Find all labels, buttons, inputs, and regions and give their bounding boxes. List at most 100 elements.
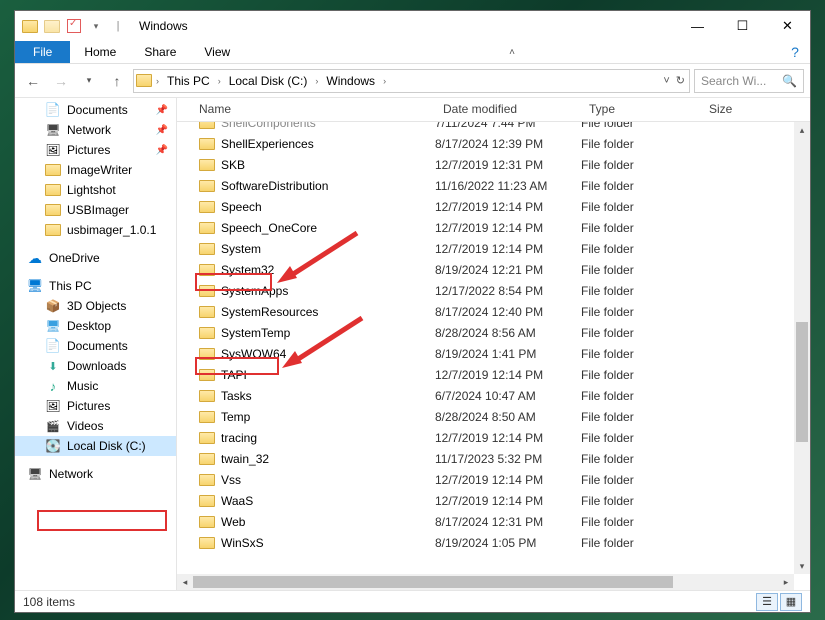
folder-icon: [199, 348, 215, 360]
tree-item[interactable]: Pictures: [15, 396, 176, 416]
search-input[interactable]: Search Wi... 🔍: [694, 69, 804, 93]
view-details-button[interactable]: ☰: [756, 593, 778, 611]
breadcrumb-windows[interactable]: Windows: [320, 70, 381, 92]
ribbon-tab-share[interactable]: Share: [130, 41, 190, 63]
music-icon: [45, 378, 61, 394]
table-row[interactable]: WinSxS8/19/2024 1:05 PMFile folder: [177, 532, 794, 553]
tree-item[interactable]: Lightshot: [15, 180, 176, 200]
ribbon-tab-view[interactable]: View: [190, 41, 244, 63]
tree-item[interactable]: Network: [15, 464, 176, 484]
scroll-left-arrow[interactable]: ◂: [177, 574, 193, 590]
table-row[interactable]: SystemResources8/17/2024 12:40 PMFile fo…: [177, 301, 794, 322]
refresh-button[interactable]: ↻: [676, 74, 685, 87]
breadcrumb-disk[interactable]: Local Disk (C:): [223, 70, 314, 92]
table-row[interactable]: ShellComponents7/11/2024 7:44 PMFile fol…: [177, 122, 794, 133]
col-size[interactable]: Size: [701, 98, 810, 121]
file-type: File folder: [581, 536, 701, 550]
titlebar[interactable]: ▾ | Windows — ☐ ✕: [15, 11, 810, 41]
help-icon[interactable]: ?: [786, 41, 810, 63]
table-row[interactable]: ShellExperiences8/17/2024 12:39 PMFile f…: [177, 133, 794, 154]
scroll-right-arrow[interactable]: ▸: [778, 574, 794, 590]
col-date[interactable]: Date modified: [435, 98, 581, 121]
file-tab[interactable]: File: [15, 41, 70, 63]
tree-item[interactable]: Downloads: [15, 356, 176, 376]
tree-item[interactable]: Network📌: [15, 120, 176, 140]
breadcrumb-sep[interactable]: ›: [381, 76, 388, 86]
tree-label: Network: [49, 467, 93, 481]
vertical-scrollbar[interactable]: ▴ ▾: [794, 122, 810, 574]
breadcrumb-thispc[interactable]: This PC: [161, 70, 216, 92]
tree-item[interactable]: Local Disk (C:): [15, 436, 176, 456]
file-type: File folder: [581, 263, 701, 277]
tree-item[interactable]: Documents📌: [15, 100, 176, 120]
table-row[interactable]: Speech12/7/2019 12:14 PMFile folder: [177, 196, 794, 217]
col-type[interactable]: Type: [581, 98, 701, 121]
table-row[interactable]: Temp8/28/2024 8:50 AMFile folder: [177, 406, 794, 427]
file-name: SoftwareDistribution: [221, 179, 328, 193]
table-row[interactable]: Tasks6/7/2024 10:47 AMFile folder: [177, 385, 794, 406]
file-type: File folder: [581, 515, 701, 529]
qa-divider: |: [107, 15, 129, 37]
table-row[interactable]: Vss12/7/2019 12:14 PMFile folder: [177, 469, 794, 490]
table-row[interactable]: Web8/17/2024 12:31 PMFile folder: [177, 511, 794, 532]
file-date: 8/19/2024 12:21 PM: [435, 263, 581, 277]
qa-icon-2[interactable]: [63, 15, 85, 37]
tree-label: OneDrive: [49, 251, 100, 265]
nav-tree[interactable]: Documents📌Network📌Pictures📌ImageWriterLi…: [15, 98, 177, 590]
table-row[interactable]: Speech_OneCore12/7/2019 12:14 PMFile fol…: [177, 217, 794, 238]
scroll-up-arrow[interactable]: ▴: [794, 122, 810, 138]
scroll-thumb[interactable]: [796, 322, 808, 442]
table-row[interactable]: twain_3211/17/2023 5:32 PMFile folder: [177, 448, 794, 469]
address-dropdown[interactable]: ˅: [663, 75, 669, 87]
close-button[interactable]: ✕: [765, 11, 810, 41]
table-row[interactable]: SysWOW648/19/2024 1:41 PMFile folder: [177, 343, 794, 364]
ribbon-tab-home[interactable]: Home: [70, 41, 130, 63]
ribbon-collapse[interactable]: ˄: [509, 41, 515, 63]
file-date: 8/28/2024 8:56 AM: [435, 326, 581, 340]
tree-item[interactable]: USBImager: [15, 200, 176, 220]
table-row[interactable]: TAPI12/7/2019 12:14 PMFile folder: [177, 364, 794, 385]
address-bar[interactable]: › This PC › Local Disk (C:) › Windows › …: [133, 69, 690, 93]
history-dropdown[interactable]: ▾: [77, 69, 101, 93]
tree-item[interactable]: Music: [15, 376, 176, 396]
scroll-down-arrow[interactable]: ▾: [794, 558, 810, 574]
file-date: 12/17/2022 8:54 PM: [435, 284, 581, 298]
breadcrumb-sep[interactable]: ›: [216, 76, 223, 86]
horizontal-scrollbar[interactable]: ◂ ▸: [177, 574, 794, 590]
qa-icon-1[interactable]: [41, 15, 63, 37]
table-row[interactable]: SoftwareDistribution11/16/2022 11:23 AMF…: [177, 175, 794, 196]
tree-item[interactable]: This PC: [15, 276, 176, 296]
tree-item[interactable]: OneDrive: [15, 248, 176, 268]
tree-item[interactable]: Pictures📌: [15, 140, 176, 160]
hscroll-thumb[interactable]: [193, 576, 673, 588]
tree-item[interactable]: usbimager_1.0.1: [15, 220, 176, 240]
tree-item[interactable]: 3D Objects: [15, 296, 176, 316]
qa-dropdown[interactable]: ▾: [85, 15, 107, 37]
tree-item[interactable]: Desktop: [15, 316, 176, 336]
table-row[interactable]: System12/7/2019 12:14 PMFile folder: [177, 238, 794, 259]
table-row[interactable]: WaaS12/7/2019 12:14 PMFile folder: [177, 490, 794, 511]
breadcrumb-sep[interactable]: ›: [313, 76, 320, 86]
forward-button[interactable]: →: [49, 69, 73, 93]
col-name[interactable]: Name: [177, 98, 435, 121]
table-row[interactable]: SystemTemp8/28/2024 8:56 AMFile folder: [177, 322, 794, 343]
tree-item[interactable]: Documents: [15, 336, 176, 356]
back-button[interactable]: ←: [21, 69, 45, 93]
file-date: 12/7/2019 12:14 PM: [435, 368, 581, 382]
minimize-button[interactable]: —: [675, 11, 720, 41]
file-type: File folder: [581, 473, 701, 487]
tree-item[interactable]: Videos: [15, 416, 176, 436]
file-date: 8/19/2024 1:41 PM: [435, 347, 581, 361]
list-body[interactable]: ShellComponents7/11/2024 7:44 PMFile fol…: [177, 122, 794, 574]
up-button[interactable]: ↑: [105, 69, 129, 93]
table-row[interactable]: tracing12/7/2019 12:14 PMFile folder: [177, 427, 794, 448]
maximize-button[interactable]: ☐: [720, 11, 765, 41]
file-date: 12/7/2019 12:31 PM: [435, 158, 581, 172]
table-row[interactable]: SKB12/7/2019 12:31 PMFile folder: [177, 154, 794, 175]
view-icons-button[interactable]: ▦: [780, 593, 802, 611]
table-row[interactable]: System328/19/2024 12:21 PMFile folder: [177, 259, 794, 280]
search-icon[interactable]: 🔍: [782, 74, 797, 88]
table-row[interactable]: SystemApps12/17/2022 8:54 PMFile folder: [177, 280, 794, 301]
breadcrumb-sep[interactable]: ›: [154, 76, 161, 86]
tree-item[interactable]: ImageWriter: [15, 160, 176, 180]
